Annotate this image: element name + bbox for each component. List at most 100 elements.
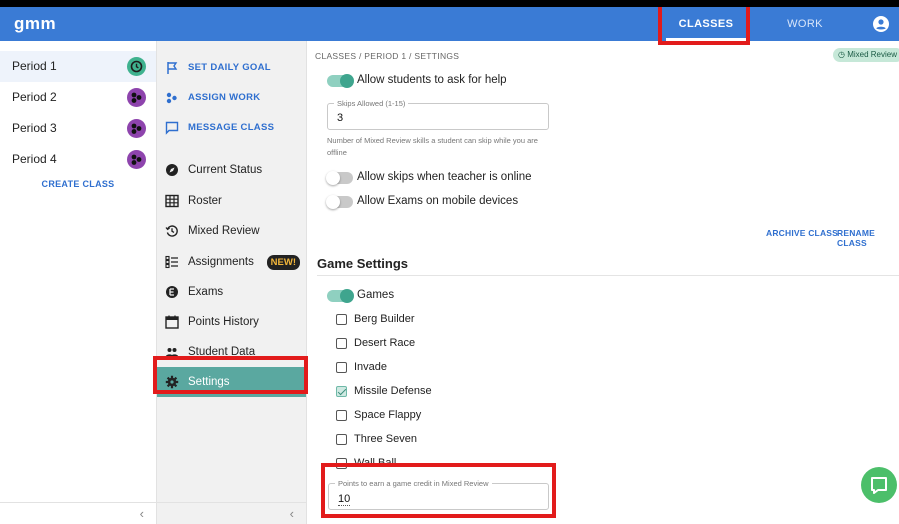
compass-icon [166,164,178,176]
people-icon [165,348,179,357]
wall-ball-checkbox[interactable] [336,458,347,469]
app-logo[interactable]: gmm [14,14,56,34]
menu-item-current-status[interactable]: Current Status [157,155,306,185]
top-bar: gmm CLASSES WORK [0,7,899,41]
chevron-left-icon[interactable]: ‹ [290,506,294,521]
class-item-period-1[interactable]: Period 1 [0,51,156,82]
list-icon [165,255,178,269]
toggle-knob [340,74,354,88]
menu-item-label: Roster [188,195,222,207]
message-icon [165,121,179,135]
class-item-period-3[interactable]: Period 3 [0,113,156,144]
three-seven-checkbox[interactable] [336,434,347,445]
allow-exams-mobile-toggle[interactable] [326,195,353,209]
menu-item-label: SET DAILY GOAL [188,62,271,73]
account-circle-icon[interactable] [873,16,889,32]
game-credit-points-value: 10 [338,493,351,506]
tab-classes[interactable]: CLASSES [662,7,750,41]
class-menu: SET DAILY GOAL ASSIGN WORK MESSAGE CLASS… [157,41,307,524]
menu-item-exams[interactable]: Exams [157,277,306,307]
toggle-knob [340,289,354,303]
invade-label: Invade [354,361,388,373]
class-item-label: Period 3 [12,121,57,135]
class-menu-footer: ‹ [157,502,306,524]
mode-badge-label: Mixed Review [847,50,897,59]
create-class-button[interactable]: CREATE CLASS [0,179,156,189]
desert-race-checkbox[interactable] [336,338,347,349]
people-dots-icon [127,119,146,138]
message-class-button[interactable]: MESSAGE CLASS [157,113,306,143]
people-dots-icon [127,150,146,169]
breadcrumb: CLASSES / PERIOD 1 / SETTINGS [315,51,460,61]
invade-checkbox[interactable] [336,362,347,373]
tab-work[interactable]: WORK [775,7,835,41]
space-flappy-label: Space Flappy [354,409,422,421]
menu-item-assignments[interactable]: Assignments NEW! [157,247,306,277]
history-icon [165,225,178,237]
grid-icon [165,194,179,208]
allow-skips-online-toggle[interactable] [326,171,353,185]
history-icon: ◷ [838,50,848,59]
three-seven-label: Three Seven [354,433,417,445]
skips-allowed-field[interactable]: Skips Allowed (1-15) 3 [327,99,549,130]
game-credit-points-field[interactable]: Points to earn a game credit in Mixed Re… [328,479,549,510]
menu-item-label: Points History [188,316,259,328]
allow-help-toggle[interactable] [327,74,354,88]
game-settings-title: Game Settings [317,256,409,271]
app-screen: gmm CLASSES WORK Period 1 Period 2 Perio… [0,7,899,524]
set-daily-goal-button[interactable]: SET DAILY GOAL [157,53,306,83]
game-credit-points-label: Points to earn a game credit in Mixed Re… [335,479,492,488]
games-toggle-label: Games [357,289,395,301]
allow-help-label: Allow students to ask for help [357,74,507,86]
allow-exams-mobile-label: Allow Exams on mobile devices [357,195,519,207]
berg-builder-label: Berg Builder [354,313,415,325]
menu-item-mixed-review[interactable]: Mixed Review [157,216,306,246]
class-item-label: Period 1 [12,59,57,73]
menu-item-points-history[interactable]: Points History [157,307,306,337]
class-item-label: Period 4 [12,152,57,166]
people-dots-icon [127,88,146,107]
people-dots-icon [166,92,177,104]
missile-defense-label: Missile Defense [354,385,432,397]
menu-item-label: Assignments [188,256,254,268]
class-item-period-2[interactable]: Period 2 [0,82,156,113]
missile-defense-checkbox[interactable] [336,386,347,397]
menu-item-student-data[interactable]: Student Data [157,337,306,367]
gear-icon [165,375,179,389]
space-flappy-checkbox[interactable] [336,410,347,421]
archive-class-button[interactable]: ARCHIVE CLASS [766,228,838,238]
chat-icon [871,477,887,494]
toggle-knob [326,171,340,185]
menu-item-label: ASSIGN WORK [188,92,261,103]
wall-ball-label: Wall Ball [354,457,397,469]
rename-class-button[interactable]: RENAME CLASS [837,228,899,248]
desert-race-label: Desert Race [354,337,416,349]
calendar-icon [165,315,179,329]
flag-icon [167,62,178,74]
chevron-left-icon[interactable]: ‹ [140,506,144,521]
berg-builder-checkbox[interactable] [336,314,347,325]
skips-help-text: Number of Mixed Review skills a student … [327,136,538,157]
menu-item-label: Exams [188,286,224,298]
menu-item-settings[interactable]: Settings [157,367,306,397]
menu-item-label: MESSAGE CLASS [188,122,275,133]
menu-item-label: Current Status [188,164,263,176]
history-icon [127,57,146,76]
class-item-label: Period 2 [12,90,57,104]
chat-button[interactable] [861,467,897,503]
toggle-knob [326,195,340,209]
menu-item-roster[interactable]: Roster [157,186,306,216]
settings-panel: CLASSES / PERIOD 1 / SETTINGS ◷ Mixed Re… [307,41,899,524]
class-list: Period 1 Period 2 Period 3 Period 4 CREA… [0,41,157,524]
menu-item-label: Student Data [188,346,256,358]
games-toggle[interactable] [327,289,354,303]
skips-allowed-value: 3 [337,112,344,124]
class-item-period-4[interactable]: Period 4 [0,144,156,175]
assign-work-button[interactable]: ASSIGN WORK [157,83,306,113]
mode-badge[interactable]: ◷ Mixed Review [833,48,899,62]
allow-skips-online-label: Allow skips when teacher is online [357,171,532,183]
menu-item-label: Mixed Review [188,225,260,237]
new-badge: NEW! [266,255,300,270]
menu-item-label: Settings [188,376,230,388]
class-list-footer: ‹ [0,502,156,524]
